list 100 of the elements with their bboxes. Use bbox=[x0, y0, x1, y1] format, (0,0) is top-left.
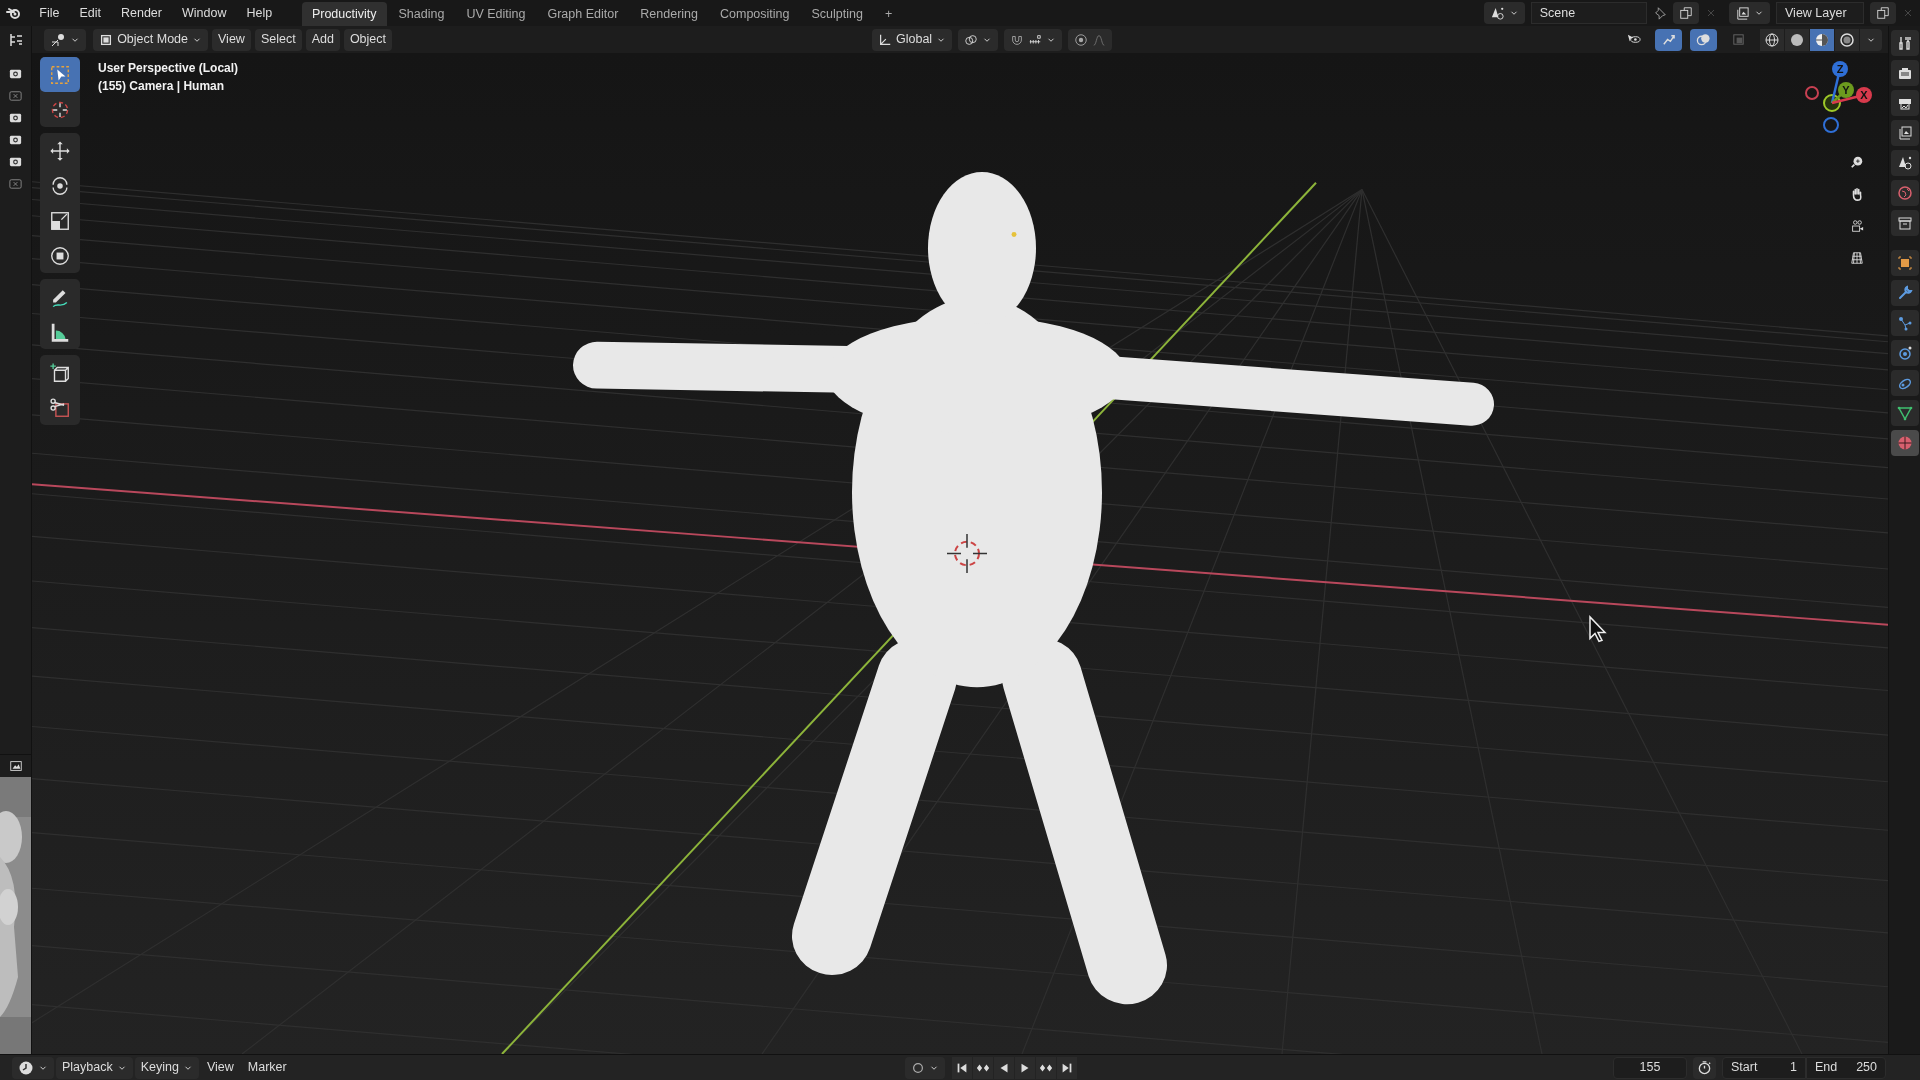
header-menu[interactable]: Object bbox=[343, 28, 392, 51]
blender-logo-icon bbox=[6, 5, 22, 21]
view-name: User Perspective (Local) bbox=[98, 60, 239, 77]
playback-button[interactable] bbox=[1036, 1056, 1056, 1079]
start-frame-field[interactable]: Start 1 bbox=[1722, 1056, 1806, 1079]
workspace-tab[interactable]: + bbox=[874, 2, 903, 26]
shading-mode-button[interactable] bbox=[1785, 28, 1809, 51]
menu-item[interactable]: File bbox=[30, 1, 69, 25]
preview-range-toggle[interactable] bbox=[1693, 1056, 1716, 1079]
gizmo-arrows-icon bbox=[1661, 32, 1676, 47]
workspace-tab[interactable]: Shading bbox=[388, 2, 455, 26]
solid-sphere-icon bbox=[1789, 31, 1805, 48]
snap-toggle[interactable] bbox=[1004, 28, 1063, 51]
properties-tab[interactable] bbox=[1891, 90, 1919, 116]
menu-item[interactable]: Help bbox=[237, 1, 282, 25]
pivot-links-icon bbox=[964, 32, 979, 47]
editor-type-button[interactable] bbox=[44, 28, 86, 51]
object-mode-icon bbox=[99, 32, 114, 47]
axis-label: Y bbox=[1842, 84, 1850, 96]
copy-icon bbox=[1678, 6, 1693, 20]
proportional-editing-toggle[interactable] bbox=[1068, 28, 1113, 51]
scale-icon bbox=[49, 209, 71, 232]
scene-type-button[interactable] bbox=[1483, 2, 1525, 24]
playback-button[interactable] bbox=[952, 1056, 972, 1079]
field-value: 250 bbox=[1856, 1059, 1877, 1077]
axes-sphere-icon bbox=[50, 31, 66, 48]
axes-icon bbox=[878, 32, 892, 47]
properties-tab[interactable] bbox=[1891, 30, 1919, 56]
end-frame-field[interactable]: End 250 bbox=[1806, 1056, 1886, 1079]
grid-icon bbox=[1850, 249, 1864, 267]
origin-dot bbox=[1011, 232, 1017, 237]
playback-button[interactable] bbox=[973, 1056, 993, 1079]
snap-increment-icon bbox=[1028, 32, 1043, 47]
properties-tab[interactable] bbox=[1891, 280, 1919, 306]
properties-tab[interactable] bbox=[1891, 340, 1919, 366]
image-stack-icon bbox=[1897, 125, 1913, 141]
timeline-menu[interactable]: Playback bbox=[56, 1056, 133, 1079]
shading-mode-button[interactable] bbox=[1810, 28, 1834, 51]
timeline-menu[interactable]: View bbox=[200, 1056, 240, 1079]
transform-icon bbox=[49, 244, 71, 267]
outliner-icon bbox=[7, 31, 24, 48]
copy-button[interactable] bbox=[1672, 2, 1699, 24]
header-menu[interactable]: View bbox=[212, 28, 251, 51]
target-circle-icon bbox=[1074, 32, 1089, 47]
falloff-curve-icon bbox=[1092, 32, 1107, 47]
menu-item[interactable]: Render bbox=[111, 1, 171, 25]
timeline-menu[interactable]: Keying bbox=[134, 1056, 199, 1079]
timeline-menu[interactable]: Marker bbox=[241, 1056, 293, 1079]
workspace-tab[interactable]: Sculpting bbox=[801, 2, 873, 26]
cone-sphere-icon bbox=[1489, 5, 1505, 21]
workspace-tab[interactable]: Compositing bbox=[710, 2, 800, 26]
orbit-icon bbox=[1897, 345, 1913, 361]
view-layer-field[interactable]: View Layer bbox=[1776, 2, 1864, 24]
record-icon bbox=[910, 1060, 925, 1075]
xray-square-icon bbox=[1731, 32, 1746, 47]
header-menu[interactable]: Add bbox=[305, 28, 340, 51]
pin-icon bbox=[1652, 6, 1667, 20]
view-layer-type-button[interactable] bbox=[1729, 2, 1770, 24]
viewport-toggle[interactable] bbox=[1655, 28, 1682, 51]
properties-tab[interactable] bbox=[1891, 310, 1919, 336]
copy-button[interactable] bbox=[1870, 2, 1896, 24]
editor-type-button[interactable] bbox=[12, 1056, 54, 1079]
object-info: (155) Camera | Human bbox=[98, 78, 226, 95]
current-frame-field[interactable]: 155 bbox=[1613, 1056, 1687, 1079]
scene-field[interactable]: Scene bbox=[1530, 2, 1647, 24]
playback-button[interactable] bbox=[1015, 1056, 1035, 1079]
properties-tab[interactable] bbox=[1891, 210, 1919, 236]
playback-button[interactable] bbox=[1057, 1056, 1077, 1079]
mode-dropdown[interactable]: Object Mode bbox=[93, 28, 208, 51]
rotate-icon bbox=[49, 174, 71, 197]
workspace-tab[interactable]: UV Editing bbox=[456, 2, 536, 26]
properties-tab[interactable] bbox=[1891, 250, 1919, 276]
pivot-dropdown[interactable] bbox=[958, 28, 999, 51]
cube-icon bbox=[49, 361, 71, 384]
pointer-icon bbox=[1589, 615, 1607, 643]
menu-item[interactable]: Edit bbox=[70, 1, 110, 25]
camera-icon bbox=[1850, 217, 1864, 235]
menu-item[interactable]: Window bbox=[172, 1, 236, 25]
globe-icon bbox=[1897, 185, 1913, 201]
properties-tab[interactable] bbox=[1891, 150, 1919, 176]
properties-tab[interactable] bbox=[1891, 370, 1919, 396]
navigation-gizmo-drawing[interactable] bbox=[1805, 61, 1872, 133]
nodes-icon bbox=[1897, 315, 1913, 331]
properties-tab[interactable] bbox=[1891, 60, 1919, 86]
viewport-toggle[interactable] bbox=[1690, 28, 1717, 51]
header-menu[interactable]: Select bbox=[254, 28, 302, 51]
workspace-tab[interactable]: Productivity bbox=[301, 2, 387, 26]
workspace-tab[interactable]: Rendering bbox=[630, 2, 708, 26]
field-value: 1 bbox=[1790, 1059, 1797, 1077]
properties-tab[interactable] bbox=[1891, 400, 1919, 426]
scissors-icon bbox=[49, 396, 71, 419]
axis-label: X bbox=[1860, 89, 1868, 101]
workspace-tab[interactable]: Graph Editor bbox=[537, 2, 629, 26]
shading-mode-button[interactable] bbox=[1835, 28, 1859, 51]
close-icon bbox=[1902, 7, 1914, 19]
shading-mode-button[interactable] bbox=[1760, 28, 1784, 51]
playback-button[interactable] bbox=[994, 1056, 1014, 1079]
auto-keying-toggle[interactable] bbox=[904, 1056, 945, 1079]
image-stack-icon bbox=[1735, 5, 1750, 21]
orientation-dropdown[interactable]: Global bbox=[872, 28, 953, 51]
